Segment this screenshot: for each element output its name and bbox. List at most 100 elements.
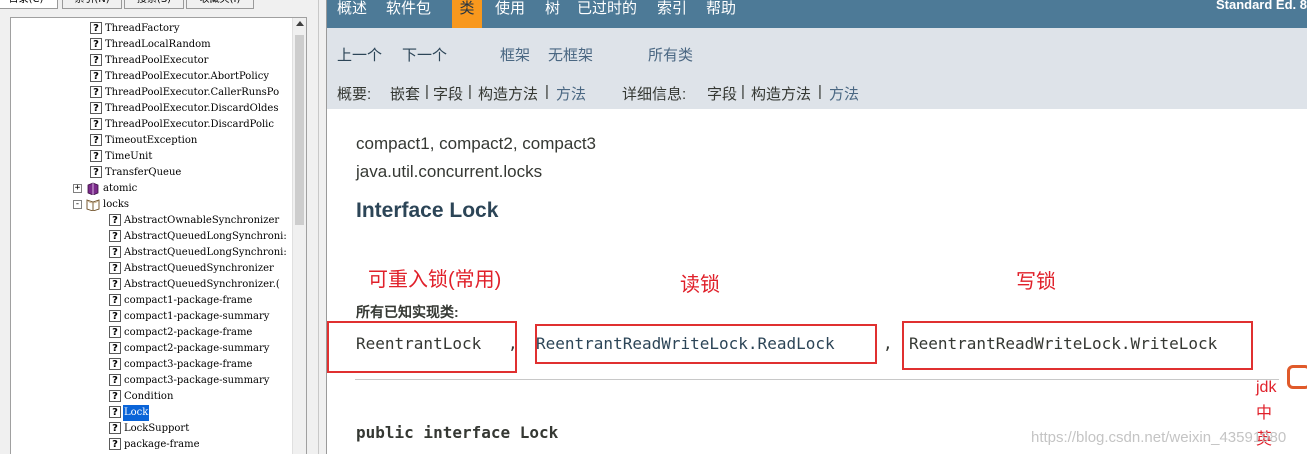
scroll-thumb[interactable] (295, 35, 304, 225)
impl-class-link-1[interactable]: ReentrantLock (356, 334, 481, 353)
detail-sep-1: | (741, 83, 745, 100)
tree-item[interactable]: ? compact2-package-summary (109, 341, 270, 357)
tree-item[interactable]: ? AbstractQueuedLongSynchroni: (109, 229, 288, 245)
help-page-icon: ? (109, 438, 121, 450)
pane-splitter[interactable] (318, 0, 327, 454)
tree-scrollbar[interactable] (292, 18, 306, 454)
detail-sep-2: | (818, 83, 822, 100)
tree-item[interactable]: ? AbstractQueuedSynchronizer (109, 261, 275, 277)
nav-tree[interactable]: 树 (545, 0, 560, 28)
no-frames-link[interactable]: 无框架 (548, 44, 593, 65)
tree-item-label: ThreadFactory (105, 23, 180, 34)
class-content: compact1, compact2, compact3 java.util.c… (327, 109, 1307, 454)
summary-label: 概要: (337, 86, 372, 103)
summary-sep-3: | (545, 83, 549, 100)
sub-navbar: 上一个 下一个 框架 无框架 所有类 概要: 嵌套 | 字段 | 构造方法 | … (327, 28, 1307, 109)
watermark-text: https://blog.csdn.net/weixin_43591980 (1031, 429, 1287, 446)
tree-item[interactable]: ? AbstractQueuedLongSynchroni: (109, 245, 288, 261)
tree-item-label: ThreadPoolExecutor.AbortPolicy (105, 71, 269, 82)
frames-link[interactable]: 框架 (500, 44, 530, 65)
tree-item-label: AbstractQueuedSynchronizer (124, 263, 274, 274)
interface-title: Interface Lock (356, 199, 499, 222)
summary-method-link[interactable]: 方法 (556, 83, 586, 104)
expand-icon[interactable]: + (73, 184, 82, 193)
help-page-icon: ? (109, 342, 121, 354)
nav-use[interactable]: 使用 (495, 0, 525, 28)
tree-item[interactable]: ? compact1-package-frame (109, 293, 253, 309)
declaration-text: public interface Lock (356, 423, 559, 442)
help-navigation-pane: 目录(C) 索引(N) 搜索(S) 收藏夹(I) ?ThreadFactory?… (0, 0, 318, 454)
tree-item[interactable]: ? ThreadPoolExecutor.DiscardPolic (90, 117, 275, 133)
tree-item[interactable]: ? AbstractOwnableSynchronizer (109, 213, 280, 229)
nav-package[interactable]: 软件包 (386, 0, 431, 28)
help-page-icon: ? (90, 166, 102, 178)
tree-item-label: ThreadPoolExecutor.DiscardOldes (105, 103, 279, 114)
tree-item[interactable]: ? compact1-package-summary (109, 309, 270, 325)
summary-sep-2: | (468, 83, 472, 100)
tree-item-label: TransferQueue (105, 167, 182, 178)
nav-tab-strip: 目录(C) 索引(N) 搜索(S) 收藏夹(I) (0, 0, 318, 9)
impl-class-link-2[interactable]: ReentrantReadWriteLock.ReadLock (536, 334, 835, 353)
scroll-up-arrow-icon[interactable] (296, 21, 304, 26)
tree-item[interactable]: ? ThreadPoolExecutor (90, 53, 209, 69)
nav-class[interactable]: 类 (452, 0, 482, 28)
tree-item[interactable]: ? ThreadLocalRandom (90, 37, 212, 53)
tab-favorites[interactable]: 收藏夹(I) (186, 0, 254, 9)
tree-item[interactable]: ? TransferQueue (90, 165, 182, 181)
tree-item[interactable]: ? ThreadPoolExecutor.AbortPolicy (90, 69, 270, 85)
help-page-icon: ? (109, 326, 121, 338)
annotation-read-lock: 读锁 (680, 274, 720, 296)
help-page-icon: ? (109, 310, 121, 322)
contents-tree[interactable]: ? ThreadFactory? ThreadLocalRandom? ThreadP… (10, 17, 307, 454)
tree-item[interactable]: ? compact3-package-summary (109, 373, 270, 389)
next-class-link[interactable]: 下一个 (402, 44, 447, 65)
nav-overview[interactable]: 概述 (337, 0, 367, 28)
tree-item-label: AbstractOwnableSynchronizer (124, 215, 280, 226)
tree-item[interactable]: ? ThreadPoolExecutor.CallerRunsPo (90, 85, 280, 101)
help-page-icon: ? (90, 38, 102, 50)
nav-help[interactable]: 帮助 (706, 0, 736, 28)
tree-item[interactable]: ? TimeoutException (90, 133, 198, 149)
tree-item-label: compact3-package-summary (124, 375, 270, 386)
tab-index[interactable]: 索引(N) (62, 0, 122, 9)
tree-item[interactable]: ? compact2-package-frame (109, 325, 253, 341)
tree-item[interactable]: ? ThreadFactory (90, 21, 180, 37)
detail-method-link[interactable]: 方法 (829, 83, 859, 104)
side-note-jdk: jdk (1256, 379, 1277, 396)
tree-item[interactable]: ? TimeUnit (90, 149, 153, 165)
edition-label: Standard Ed. 8 (1215, 0, 1307, 12)
nav-index[interactable]: 索引 (657, 0, 687, 28)
tree-item-label: Lock (123, 405, 150, 421)
profiles-text: compact1, compact2, compact3 (356, 134, 597, 153)
tab-contents[interactable]: 目录(C) (0, 0, 58, 9)
nav-deprecated[interactable]: 已过时的 (577, 0, 637, 28)
tree-item-label: compact2-package-summary (124, 343, 270, 354)
help-page-icon: ? (109, 262, 121, 274)
tree-item[interactable]: ? package-frame (109, 437, 201, 453)
annotation-write-lock: 写锁 (1016, 271, 1056, 293)
collapse-icon[interactable]: - (73, 200, 82, 209)
tree-item[interactable]: - locks (73, 197, 130, 213)
tree-item[interactable]: ? Condition (109, 389, 174, 405)
tree-item-label: compact1-package-summary (124, 311, 270, 322)
all-classes-link[interactable]: 所有类 (648, 44, 693, 65)
tree-item[interactable]: ? Lock (109, 405, 150, 421)
prev-class-link[interactable]: 上一个 (337, 44, 382, 65)
detail-constructor: 构造方法 (751, 86, 812, 103)
help-page-icon: ? (90, 70, 102, 82)
tree-item[interactable]: ? compact3-package-frame (109, 357, 253, 373)
tree-item-label: Condition (124, 391, 174, 402)
tree-item[interactable]: ? AbstractQueuedSynchronizer.( (109, 277, 281, 293)
tree-item-label: AbstractQueuedLongSynchroni: (124, 231, 287, 242)
help-page-icon: ? (109, 422, 121, 434)
tree-item-label: ThreadPoolExecutor (105, 55, 209, 66)
tree-item[interactable]: ? ThreadPoolExecutor.DiscardOldes (90, 101, 279, 117)
tab-search[interactable]: 搜索(S) (124, 0, 184, 9)
tree-item-label: LockSupport (124, 423, 190, 434)
impl-class-link-3[interactable]: ReentrantReadWriteLock.WriteLock (909, 334, 1217, 353)
annotation-reentrant: 可重入锁(常用) (368, 269, 502, 291)
tree-item-label: compact1-package-frame (124, 295, 253, 306)
implementing-classes-label: 所有已知实现类: (356, 304, 459, 320)
tree-item[interactable]: + atomic (73, 181, 138, 197)
tree-item[interactable]: ? LockSupport (109, 421, 190, 437)
